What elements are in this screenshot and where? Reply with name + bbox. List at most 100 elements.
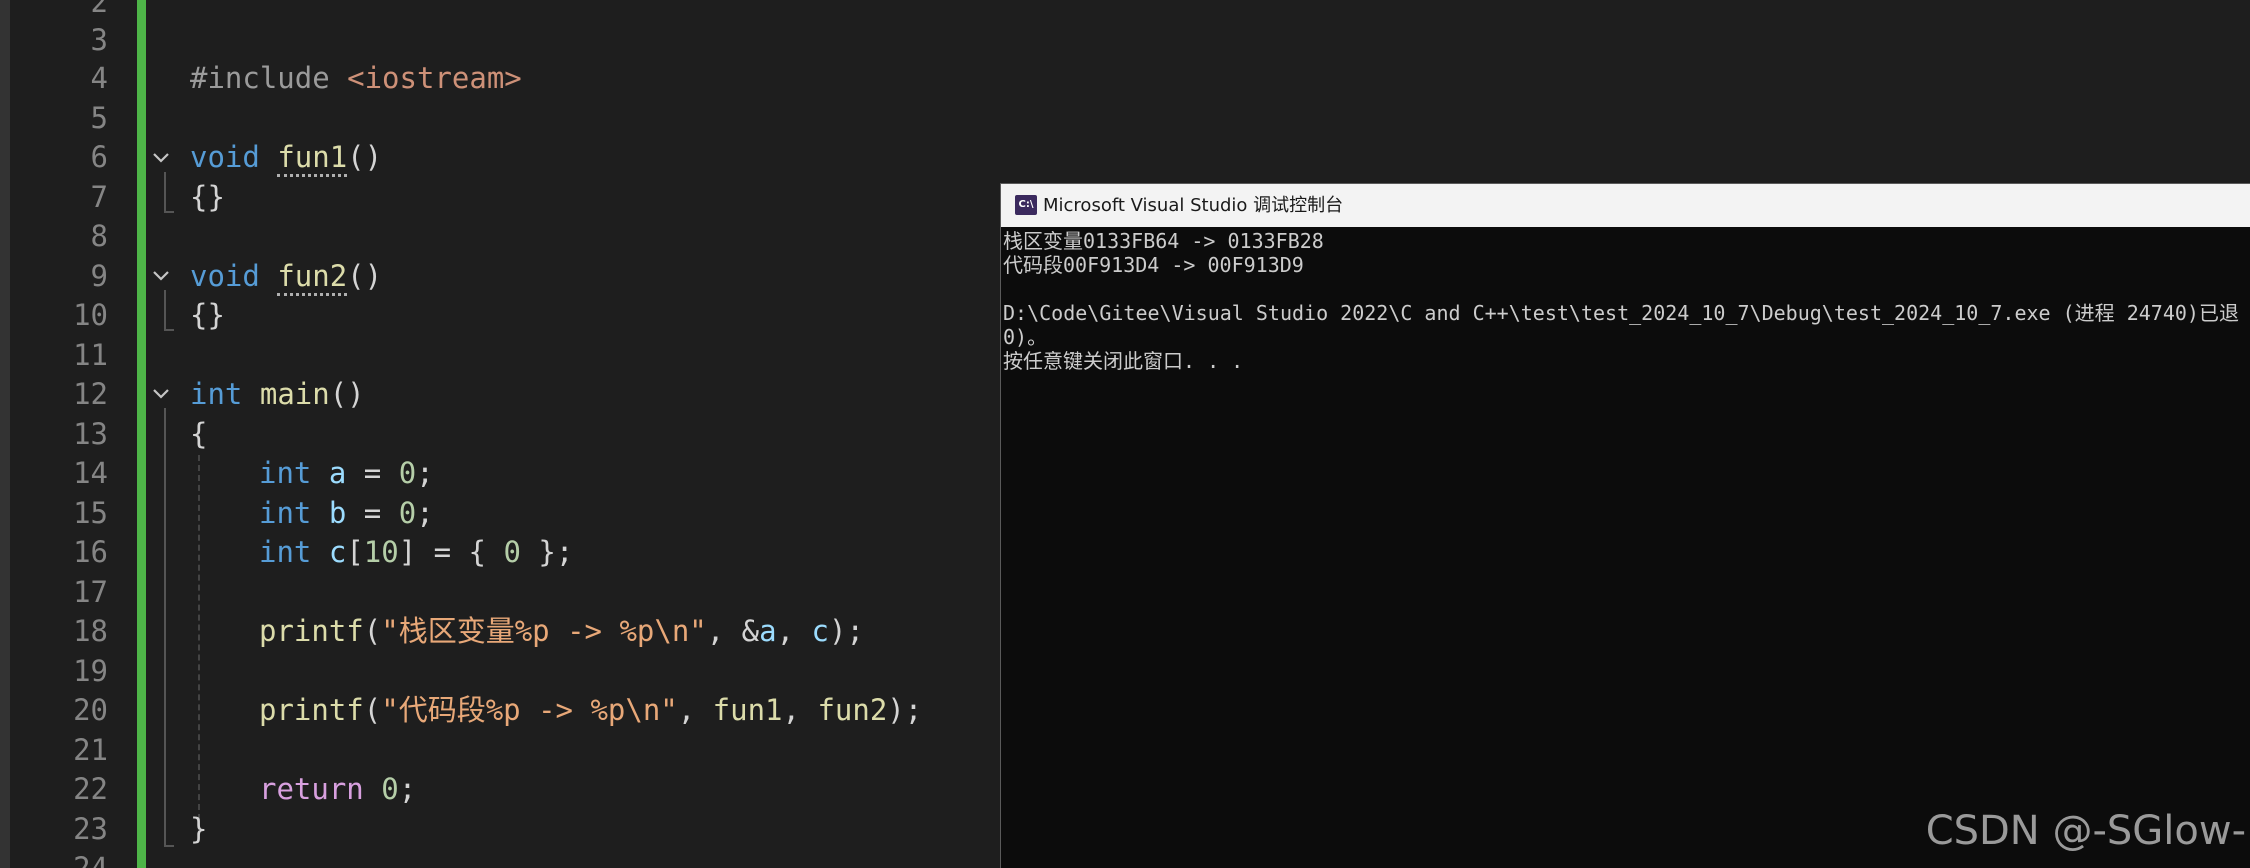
line-number: 2 [90,0,108,19]
code-line-include[interactable]: #include <iostream> [190,58,522,98]
punctuation: ( [363,614,382,648]
code-line-main-open[interactable]: { [190,414,207,454]
punctuation: , [782,693,818,727]
change-indicator-bar [137,0,146,868]
code-line-main-signature[interactable]: int main() [190,374,365,414]
indent-guide [198,455,200,830]
fold-region-end [164,845,174,847]
punctuation: ; [416,496,434,530]
function-name: fun2 [277,259,348,296]
function-name: fun1 [277,140,348,177]
fold-region-end [164,211,174,213]
keyword: void [190,140,260,174]
punctuation: () [347,259,383,293]
line-number: 11 [73,338,108,372]
line-number: 7 [90,180,108,214]
number-literal: 0 [398,496,417,530]
keyword: return [259,772,364,806]
line-number: 4 [90,61,108,95]
punctuation: [ [346,535,364,569]
code-line-decl-c[interactable]: int c[10] = { 0 }; [259,532,573,572]
code-line-decl-b[interactable]: int b = 0; [259,493,434,533]
variable: a [328,456,347,490]
line-number: 23 [73,812,108,846]
code-line-fun2-signature[interactable]: void fun2() [190,256,382,296]
line-number: 15 [73,496,108,530]
console-app-icon: C:\ [1015,195,1037,215]
code-line-main-close[interactable]: } [190,809,207,849]
line-number: 12 [73,377,108,411]
fold-region-line [164,172,166,212]
fold-region-line [164,290,166,330]
punctuation: {} [190,298,225,332]
punctuation: () [347,140,383,174]
console-output[interactable]: 栈区变量0133FB64 -> 0133FB28 代码段00F913D4 -> … [1003,229,2250,868]
code-line-return[interactable]: return 0; [259,769,416,809]
string-literal: "代码段%p -> %p\n" [381,693,678,727]
console-titlebar[interactable]: C:\ Microsoft Visual Studio 调试控制台 [1001,184,2250,227]
line-number: 24 [73,851,108,868]
line-number-gutter: 2 3 4 5 6 7 8 9 10 11 12 13 14 15 16 17 … [10,0,138,868]
keyword: int [259,535,312,569]
punctuation: , [677,693,713,727]
keyword: void [190,259,260,293]
line-number: 16 [73,535,108,569]
keyword: int [190,377,243,411]
line-number: 18 [73,614,108,648]
punctuation: { [190,417,208,451]
chevron-down-icon[interactable] [148,384,174,404]
line-number: 20 [73,693,108,727]
line-number: 21 [73,733,108,767]
include-path: <iostream> [347,61,522,95]
string-literal: "栈区变量%p -> %p\n" [381,614,707,648]
debug-console-window[interactable]: C:\ Microsoft Visual Studio 调试控制台 栈区变量01… [1000,183,2250,868]
punctuation: , [776,614,812,648]
line-number: 14 [73,456,108,490]
line-number: 8 [90,219,108,253]
number-literal: 0 [398,456,417,490]
operator: = [346,456,399,490]
punctuation: ( [363,693,382,727]
code-line-fun1-body[interactable]: {} [190,177,225,217]
console-title: Microsoft Visual Studio 调试控制台 [1043,195,1344,216]
punctuation: , & [706,614,760,648]
fold-region-end [164,329,174,331]
function-name: fun2 [817,693,888,727]
function-name: printf [259,614,364,648]
code-line-decl-a[interactable]: int a = 0; [259,453,434,493]
punctuation: {} [190,180,225,214]
console-line: 0)。 [1003,325,1048,349]
variable: b [328,496,347,530]
line-number: 17 [73,575,108,609]
fold-region-line [164,408,166,846]
operator: = [346,496,399,530]
punctuation: ; [398,772,417,806]
line-number: 10 [73,298,108,332]
console-line: 按任意键关闭此窗口. . . [1003,349,1244,373]
line-number: 13 [73,417,108,451]
punctuation: ] = { [398,535,504,569]
chevron-down-icon[interactable] [148,148,174,168]
number-literal: 0 [503,535,521,569]
preprocessor-directive: #include [190,61,348,95]
line-number: 22 [73,772,108,806]
code-line-printf-code[interactable]: printf("代码段%p -> %p\n", fun1, fun2); [259,690,922,730]
console-line: 栈区变量0133FB64 -> 0133FB28 [1003,229,1324,253]
function-name: printf [259,693,364,727]
function-name: fun1 [712,693,783,727]
chevron-down-icon[interactable] [148,266,174,286]
punctuation: }; [520,535,574,569]
number-literal: 0 [381,772,399,806]
code-line-printf-stack[interactable]: printf("栈区变量%p -> %p\n", &a, c); [259,611,864,651]
code-line-fun1-signature[interactable]: void fun1() [190,137,382,177]
keyword: int [259,456,312,490]
variable: a [759,614,777,648]
punctuation: () [329,377,365,411]
line-number: 5 [90,101,108,135]
variable: c [811,614,829,648]
code-line-fun2-body[interactable]: {} [190,295,225,335]
punctuation: ); [829,614,864,648]
variable: c [328,535,347,569]
watermark: CSDN @-SGlow- [1925,808,2246,854]
